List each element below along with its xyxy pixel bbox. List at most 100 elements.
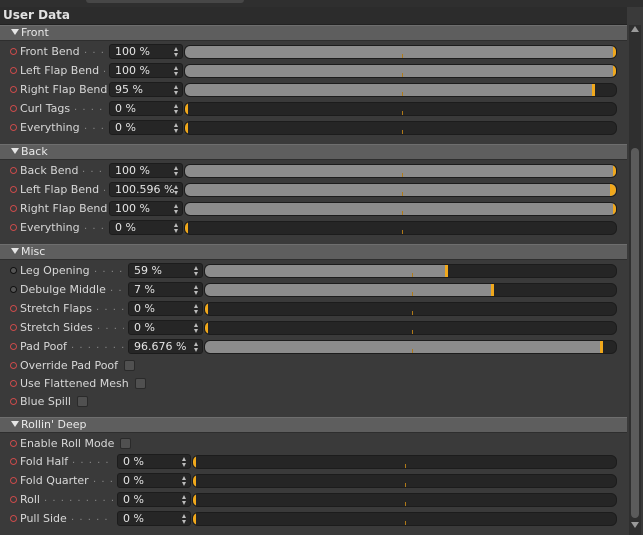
scroll-thumb[interactable] [631, 148, 639, 518]
stepper-arrows-icon[interactable] [174, 66, 179, 76]
checkbox-use-flattened-mesh[interactable] [135, 378, 146, 389]
value-field-left-flap-bend[interactable]: 100.596 % [109, 182, 183, 197]
scroll-up-icon[interactable] [631, 26, 639, 32]
top-tab[interactable] [86, 0, 244, 3]
stepper-arrows-icon[interactable] [174, 47, 179, 57]
slider-stretch-flaps[interactable] [204, 302, 617, 316]
stepper-down-icon[interactable] [194, 348, 198, 352]
stepper-down-icon[interactable] [174, 191, 178, 195]
stepper-down-icon[interactable] [174, 72, 178, 76]
slider-knob[interactable] [185, 222, 188, 234]
keyframe-indicator-icon[interactable] [10, 186, 17, 193]
slider-knob[interactable] [193, 456, 196, 468]
scroll-down-icon[interactable] [631, 522, 639, 528]
value-field-fold-half[interactable]: 0 % [117, 454, 191, 469]
keyframe-indicator-icon[interactable] [10, 205, 17, 212]
slider-knob[interactable] [205, 322, 208, 334]
keyframe-indicator-icon[interactable] [10, 380, 17, 387]
stepper-down-icon[interactable] [182, 520, 186, 524]
stepper-down-icon[interactable] [194, 310, 198, 314]
chevron-down-icon[interactable] [11, 248, 19, 254]
stepper-arrows-icon[interactable] [194, 266, 199, 276]
stepper-arrows-icon[interactable] [194, 304, 199, 314]
stepper-down-icon[interactable] [182, 501, 186, 505]
checkbox-blue-spill[interactable] [77, 396, 88, 407]
stepper-up-icon[interactable] [174, 66, 178, 70]
value-field-stretch-flaps[interactable]: 0 % [128, 301, 203, 316]
slider-knob[interactable] [445, 265, 448, 277]
stepper-up-icon[interactable] [174, 47, 178, 51]
keyframe-indicator-icon[interactable] [10, 224, 17, 231]
keyframe-indicator-icon[interactable] [10, 305, 17, 312]
stepper-arrows-icon[interactable] [182, 457, 187, 467]
checkbox-override-pad-poof[interactable] [124, 360, 135, 371]
stepper-down-icon[interactable] [174, 172, 178, 176]
stepper-up-icon[interactable] [174, 85, 178, 89]
slider-everything[interactable] [184, 221, 617, 235]
slider-knob[interactable] [600, 341, 603, 353]
stepper-up-icon[interactable] [182, 476, 186, 480]
group-header-misc[interactable]: Misc [0, 244, 627, 260]
slider-left-flap-bend[interactable] [184, 64, 617, 78]
slider-fold-half[interactable] [192, 455, 617, 469]
chevron-down-icon[interactable] [11, 148, 19, 154]
slider-knob[interactable] [185, 103, 188, 115]
keyframe-indicator-icon[interactable] [10, 167, 17, 174]
stepper-up-icon[interactable] [182, 514, 186, 518]
stepper-up-icon[interactable] [174, 104, 178, 108]
keyframe-indicator-icon[interactable] [10, 496, 17, 503]
keyframe-indicator-icon[interactable] [10, 286, 17, 293]
stepper-up-icon[interactable] [182, 495, 186, 499]
stepper-up-icon[interactable] [194, 304, 198, 308]
chevron-down-icon[interactable] [11, 421, 19, 427]
keyframe-indicator-icon[interactable] [10, 267, 17, 274]
slider-back-bend[interactable] [184, 164, 617, 178]
stepper-arrows-icon[interactable] [174, 204, 179, 214]
stepper-arrows-icon[interactable] [182, 495, 187, 505]
value-field-fold-quarter[interactable]: 0 % [117, 473, 191, 488]
checkbox-enable-roll-mode[interactable] [120, 438, 131, 449]
keyframe-indicator-icon[interactable] [10, 343, 17, 350]
value-field-roll[interactable]: 0 % [117, 492, 191, 507]
slider-knob[interactable] [193, 494, 196, 506]
slider-knob[interactable] [193, 513, 196, 525]
value-field-pad-poof[interactable]: 96.676 % [128, 339, 203, 354]
stepper-down-icon[interactable] [174, 110, 178, 114]
chevron-down-icon[interactable] [11, 29, 19, 35]
stepper-arrows-icon[interactable] [194, 323, 199, 333]
keyframe-indicator-icon[interactable] [10, 440, 17, 447]
stepper-up-icon[interactable] [194, 285, 198, 289]
stepper-down-icon[interactable] [174, 229, 178, 233]
stepper-up-icon[interactable] [174, 204, 178, 208]
group-header-back[interactable]: Back [0, 144, 627, 160]
stepper-up-icon[interactable] [174, 166, 178, 170]
keyframe-indicator-icon[interactable] [10, 67, 17, 74]
slider-knob[interactable] [205, 303, 208, 315]
stepper-down-icon[interactable] [174, 91, 178, 95]
value-field-everything[interactable]: 0 % [109, 220, 183, 235]
value-field-pull-side[interactable]: 0 % [117, 511, 191, 526]
value-field-debulge-middle[interactable]: 7 % [128, 282, 203, 297]
stepper-arrows-icon[interactable] [182, 476, 187, 486]
slider-knob[interactable] [613, 165, 616, 177]
stepper-down-icon[interactable] [174, 129, 178, 133]
value-field-left-flap-bend[interactable]: 100 % [109, 63, 183, 78]
stepper-arrows-icon[interactable] [174, 104, 179, 114]
value-field-right-flap-bend[interactable]: 95 % [109, 82, 183, 97]
stepper-down-icon[interactable] [174, 53, 178, 57]
slider-right-flap-bend[interactable] [184, 202, 617, 216]
slider-knob[interactable] [613, 65, 616, 77]
stepper-up-icon[interactable] [174, 223, 178, 227]
keyframe-indicator-icon[interactable] [10, 398, 17, 405]
value-field-curl-tags[interactable]: 0 % [109, 101, 183, 116]
stepper-arrows-icon[interactable] [182, 514, 187, 524]
keyframe-indicator-icon[interactable] [10, 515, 17, 522]
group-header-rollin-deep[interactable]: Rollin' Deep [0, 417, 627, 433]
slider-leg-opening[interactable] [204, 264, 617, 278]
stepper-down-icon[interactable] [194, 329, 198, 333]
value-field-back-bend[interactable]: 100 % [109, 163, 183, 178]
slider-knob[interactable] [491, 284, 494, 296]
slider-debulge-middle[interactable] [204, 283, 617, 297]
stepper-arrows-icon[interactable] [174, 123, 179, 133]
stepper-arrows-icon[interactable] [194, 342, 199, 352]
